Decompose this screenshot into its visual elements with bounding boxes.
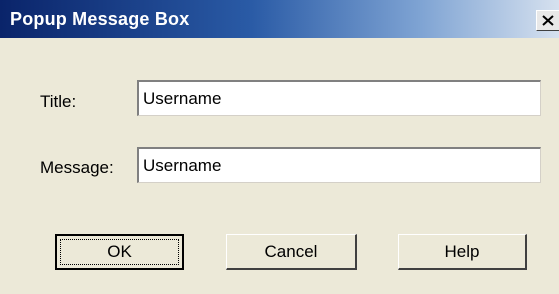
title-label: Title: [40,92,77,111]
focus-rectangle [60,239,179,265]
cancel-button-label: Cancel [264,241,318,261]
window-title: Popup Message Box [10,9,190,29]
ok-button[interactable]: OK [55,234,184,270]
close-icon [542,15,554,26]
close-button[interactable] [536,10,559,31]
help-button-label: Help [444,241,480,261]
message-label: Message: [40,158,114,177]
title-bar[interactable]: Popup Message Box [0,0,559,38]
cancel-button[interactable]: Cancel [226,234,357,270]
title-input[interactable] [137,80,541,116]
popup-message-box-dialog: Popup Message Box Title: Message: OK Can… [0,0,559,294]
message-input[interactable] [137,147,541,183]
help-button[interactable]: Help [398,234,527,270]
